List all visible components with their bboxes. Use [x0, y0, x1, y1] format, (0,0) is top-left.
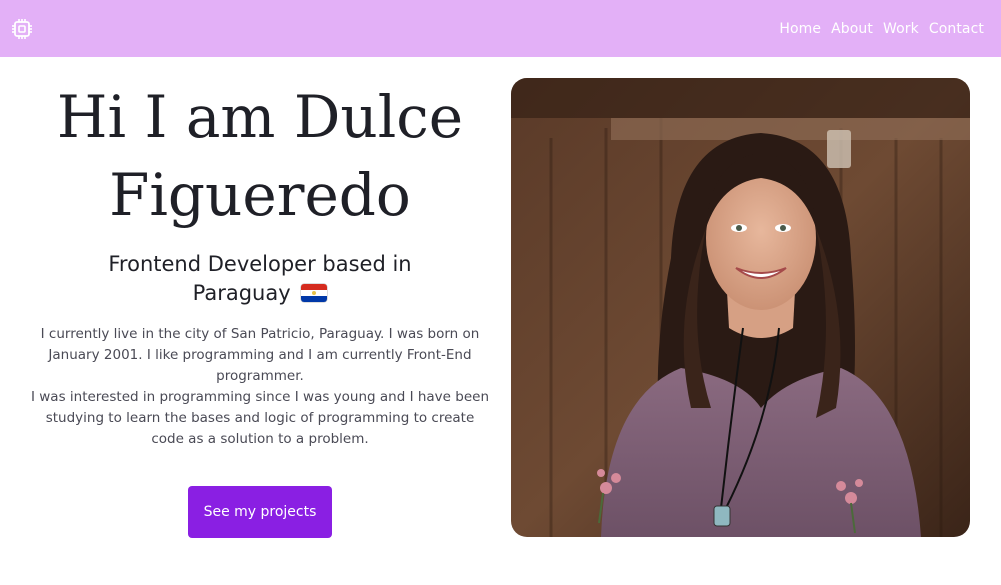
hero-intro: Hi I am Dulce Figueredo Frontend Develop… — [20, 78, 500, 450]
nav-link-about[interactable]: About — [831, 21, 873, 37]
nav-link-work[interactable]: Work — [883, 21, 919, 37]
hero-title-line1: Hi I am Dulce — [56, 83, 464, 151]
see-projects-button[interactable]: See my projects — [188, 486, 332, 538]
paraguay-flag-icon — [301, 284, 328, 302]
hero-description-p2: I was interested in programming since I … — [30, 389, 490, 447]
nav-links: Home About Work Contact — [779, 21, 984, 37]
profile-photo — [511, 78, 970, 537]
profile-photo-illustration — [511, 78, 970, 537]
navbar: Home About Work Contact — [0, 0, 1001, 57]
nav-link-home[interactable]: Home — [779, 21, 821, 37]
hero-title-line2: Figueredo — [109, 161, 411, 229]
hero-title: Hi I am Dulce Figueredo — [20, 78, 500, 234]
hero-subtitle-text: Frontend Developer based in Paraguay — [108, 252, 412, 305]
nav-link-contact[interactable]: Contact — [929, 21, 984, 37]
hero-description-p1: I currently live in the city of San Patr… — [40, 326, 480, 384]
chip-icon[interactable] — [10, 17, 34, 41]
hero-subtitle: Frontend Developer based in Paraguay — [20, 250, 500, 308]
hero-description: I currently live in the city of San Patr… — [20, 324, 500, 450]
